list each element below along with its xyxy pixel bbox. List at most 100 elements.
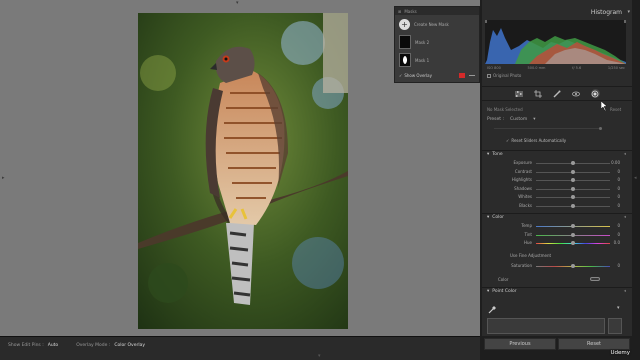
reset-button[interactable]: Reset <box>558 338 630 350</box>
right-edge-strip: ◂ <box>632 0 640 360</box>
overlay-mode-label: Overlay Mode : <box>76 343 111 348</box>
create-new-mask-button[interactable]: + Create New Mask <box>395 15 479 33</box>
tone-slider-row[interactable]: Shadows 0 <box>482 185 632 193</box>
tone-slider-row[interactable]: Exposure 0.00 <box>482 159 632 167</box>
point-color-title: Point Color <box>492 289 517 294</box>
focal-length-value: 500.0 mm <box>527 66 546 70</box>
healing-brush-icon[interactable] <box>553 89 562 98</box>
red-eye-icon[interactable] <box>572 89 581 98</box>
tone-section-header[interactable]: ▾ Tone ◂ <box>482 150 632 158</box>
no-mask-selected-text: No Mask Selected <box>487 107 523 112</box>
show-edit-pins-label: Show Edit Pins : <box>8 343 44 348</box>
slider-knob[interactable] <box>571 203 575 208</box>
bottom-toolbar-content: Show Edit Pins : Auto Overlay Mode : Col… <box>8 343 159 348</box>
iso-value: ISO 800 <box>487 66 501 70</box>
slider-label: Highlights <box>511 177 532 182</box>
mask-item-2[interactable]: Mask 2 <box>395 33 479 51</box>
collapse-triangle-icon[interactable]: ▾ <box>627 9 630 15</box>
masks-icon: ⊞ <box>398 8 402 14</box>
slider-knob[interactable] <box>571 161 575 165</box>
point-color-section-header[interactable]: ▾ Point Color ◂ <box>482 287 632 295</box>
overlay-mode-dropdown[interactable]: Color Overlay <box>114 343 145 348</box>
previous-button[interactable]: Previous <box>484 338 556 350</box>
mask-thumbnail <box>399 35 411 49</box>
slider-knob[interactable] <box>571 178 575 182</box>
color-slider-row[interactable]: Tint 0 <box>482 231 632 239</box>
slider-knob[interactable] <box>571 186 575 191</box>
preset-row: Preset : Custom ▾ <box>487 117 536 122</box>
crop-icon[interactable] <box>534 89 543 98</box>
udemy-watermark: Udemy <box>610 350 630 356</box>
slider-value: 0 <box>617 223 620 228</box>
show-overlay-toggle[interactable]: ✓ Show Overlay <box>395 71 479 80</box>
slider-value: 0.00 <box>611 160 620 165</box>
fine-adjustment-label: Use Fine Adjustment <box>510 253 552 258</box>
color-slider-row[interactable]: Hue 0.0 <box>482 239 632 247</box>
plus-icon: + <box>399 18 410 30</box>
panel-buttons: Previous Reset <box>482 338 632 350</box>
slider-value: 0 <box>617 194 620 199</box>
mask-label: Mask 1 <box>415 57 430 63</box>
panel-menu-icon[interactable]: ◂ <box>624 152 626 157</box>
tone-title: Tone <box>492 152 503 157</box>
point-color-swatch-small[interactable] <box>608 318 622 334</box>
preset-label: Preset : <box>487 117 504 122</box>
mask-item-1[interactable]: Mask 1 <box>395 51 479 69</box>
show-edit-pins-dropdown[interactable]: Auto <box>48 343 58 348</box>
mask-thumbnail <box>399 53 411 67</box>
slider-label: Temp <box>521 223 532 228</box>
bottom-panel-toggle-icon[interactable]: ▾ <box>318 354 321 359</box>
slider-label: Exposure <box>513 160 532 165</box>
saturation-knob[interactable] <box>571 264 575 268</box>
edit-sliders-icon[interactable] <box>515 89 524 98</box>
slider-value: 0 <box>617 231 620 237</box>
bird-photo <box>138 13 348 329</box>
eyedropper-icon[interactable] <box>488 306 496 316</box>
mask-reset-link[interactable]: Reset <box>610 107 621 112</box>
color-picker-swatch[interactable] <box>590 277 600 281</box>
histogram-title: Histogram <box>590 9 622 16</box>
slider-label: Shadows <box>514 185 532 191</box>
overlay-options-icon[interactable] <box>469 75 475 76</box>
shutter-value: 1/250 sec <box>607 66 625 70</box>
checkmark-icon: ✓ <box>506 138 510 143</box>
preset-amount-knob[interactable] <box>599 127 602 130</box>
slider-value: 0 <box>617 177 620 182</box>
tone-slider-row[interactable]: Blacks 0 <box>482 202 632 210</box>
fine-adjustment-toggle[interactable]: Use Fine Adjustment <box>482 252 632 260</box>
chevron-down-icon[interactable]: ▾ <box>533 117 535 122</box>
slider-knob[interactable] <box>571 241 575 245</box>
left-panel-toggle-icon[interactable]: ▸ <box>2 176 5 181</box>
slider-knob[interactable] <box>571 169 575 174</box>
slider-knob[interactable] <box>571 195 575 199</box>
right-panel-toggle-icon[interactable]: ◂ <box>634 176 637 181</box>
slider-knob[interactable] <box>571 224 575 228</box>
slider-label: Hue <box>523 240 532 245</box>
collapse-triangle-icon: ▾ <box>487 215 490 220</box>
create-mask-label: Create New Mask <box>414 21 449 27</box>
panel-menu-icon[interactable]: ◂ <box>624 289 626 294</box>
tool-strip <box>482 86 632 101</box>
reset-sliders-label: Reset Sliders Automatically <box>511 138 567 143</box>
overlay-color-swatch[interactable] <box>459 73 465 78</box>
masks-panel-header[interactable]: ⊞ Masks <box>395 7 479 15</box>
slider-label: Tint <box>524 231 532 237</box>
reset-sliders-auto-toggle[interactable]: ✓ Reset Sliders Automatically <box>506 138 566 143</box>
tone-slider-row[interactable]: Whites 0 <box>482 193 632 201</box>
tone-slider-row[interactable]: Contrast 0 <box>482 168 632 176</box>
saturation-slider-row[interactable]: Saturation 0 <box>482 262 632 270</box>
preset-amount-slider[interactable] <box>494 128 602 129</box>
original-photo-checkbox[interactable] <box>487 73 491 78</box>
masking-icon[interactable] <box>590 89 600 98</box>
slider-value: 0 <box>617 185 620 191</box>
tone-slider-row[interactable]: Highlights 0 <box>482 176 632 184</box>
panel-menu-icon[interactable]: ◂ <box>624 215 626 220</box>
original-photo-toggle[interactable]: Original Photo <box>487 73 521 78</box>
color-slider-row[interactable]: Temp 0 <box>482 222 632 230</box>
preset-dropdown[interactable]: Custom <box>510 117 527 122</box>
color-section-header[interactable]: ▾ Color ◂ <box>482 213 632 221</box>
slider-knob[interactable] <box>571 232 575 237</box>
point-color-swatch-area[interactable] <box>487 318 605 334</box>
point-color-menu-icon[interactable]: ▾ <box>617 306 620 311</box>
top-panel-toggle-icon[interactable]: ▾ <box>236 1 239 6</box>
